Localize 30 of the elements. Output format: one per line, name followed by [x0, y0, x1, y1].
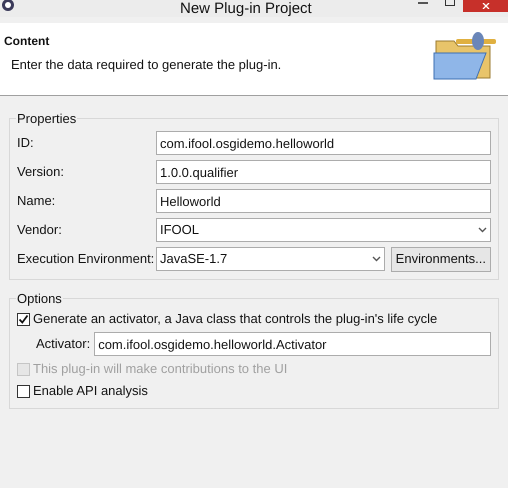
field-label: Vendor: — [17, 221, 63, 240]
group-legend: Options — [16, 288, 63, 308]
dropdown-field[interactable]: JavaSE-1.7 — [156, 247, 385, 271]
checkbox[interactable] — [17, 312, 30, 326]
text-field[interactable]: com.ifool.osgidemo.helloworld.Activator — [94, 332, 491, 356]
field-label: Activator: — [36, 335, 90, 354]
text-field[interactable]: com.ifool.osgidemo.helloworld — [156, 131, 491, 155]
page-description: Enter the data required to generate the plug-in. — [10, 56, 282, 74]
dropdown-caret-icon — [478, 227, 487, 233]
text-field[interactable]: 1.0.0.qualifier — [156, 160, 491, 184]
field-label: ID: — [17, 134, 35, 152]
field-label: Execution Environment: — [17, 250, 156, 268]
field-label: Name: — [17, 192, 56, 210]
checkbox-label: Enable API analysis — [33, 382, 148, 400]
text-field[interactable]: Helloworld — [156, 189, 491, 213]
app-icon — [1, 0, 15, 12]
close-icon — [482, 3, 490, 9]
dropdown-field[interactable]: IFOOL — [156, 218, 491, 242]
group-legend: Properties — [16, 109, 78, 128]
field-label: Version: — [17, 163, 65, 182]
dropdown-caret-icon — [372, 256, 381, 262]
environments-button[interactable]: Environments... — [390, 246, 491, 272]
checkbox-label: This plug-in will make contributions to the UI — [33, 360, 288, 378]
page-title: Content — [4, 33, 50, 49]
checkbox-label: Generate an activator, a Java class that controls the plug-in's life cycle — [33, 310, 438, 328]
window-title: New Plug-in Project — [180, 0, 312, 17]
close-button[interactable] — [463, 0, 508, 12]
checkmark-icon — [18, 314, 29, 324]
maximize-button[interactable] — [445, 0, 455, 6]
checkbox[interactable] — [17, 384, 30, 398]
